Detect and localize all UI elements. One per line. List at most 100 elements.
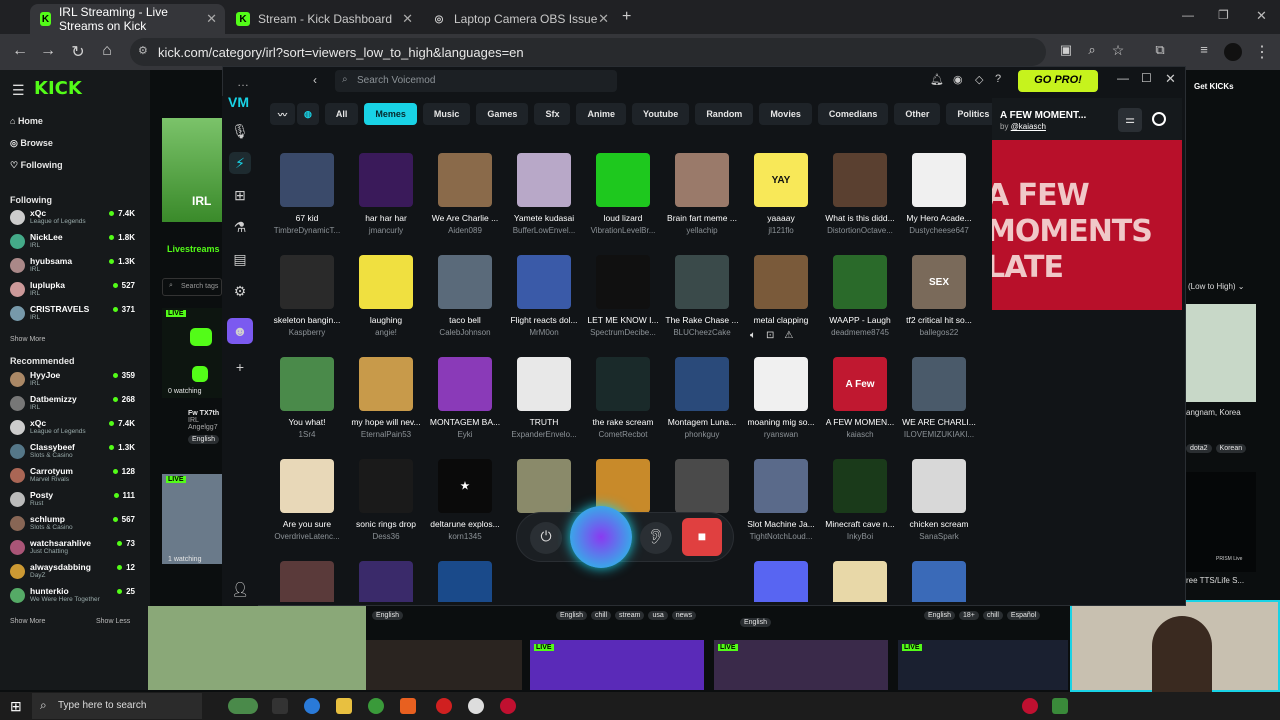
channel-item[interactable]: alwaysdabbing DayZ 12 [10,562,135,584]
tag[interactable]: English [556,611,587,620]
sound-tile[interactable]: Brain fart meme ... yellachip [663,153,741,249]
sort-dropdown[interactable]: (Low to High) ⌄ [1188,282,1245,291]
tag[interactable]: news [671,611,697,620]
channel-item[interactable]: CRISTRAVELS IRL 371 [10,304,135,326]
sound-tile[interactable]: My Hero Acade... Dustycheese647 [900,153,978,249]
channel-item[interactable]: Carrotyum Marvel Rivals 128 [10,466,135,488]
microphone-icon[interactable]: 🎙︎ [229,120,251,142]
voicelab-icon[interactable]: ⚗︎ [229,216,251,238]
channel-item[interactable]: xQc League of Legends 7.4K [10,418,135,440]
sound-tile[interactable]: my hope will nev... EternalPain53 [347,357,425,453]
tab-laptop-camera[interactable]: ◎ Laptop Camera OBS Issue ✕ [422,4,617,34]
minimize-icon[interactable]: — [1182,8,1194,22]
category-chip[interactable]: Youtube [631,103,690,125]
stream-card-thumb[interactable]: LIVE [714,640,888,690]
discord-icon[interactable]: ◉ [953,73,963,86]
tag[interactable]: English [372,611,403,620]
show-more-link[interactable]: Show More [10,336,45,343]
nav-browse[interactable]: ◎ Browse [10,138,53,149]
show-more-link[interactable]: Show More [10,618,45,625]
tag[interactable]: chill [590,611,612,620]
file-explorer-icon[interactable] [336,698,352,714]
sound-tile[interactable]: TRUTH ExpanderEnvelo... [505,357,583,453]
close-icon[interactable]: ✕ [206,11,217,27]
category-chip[interactable]: Music [422,103,471,125]
bot-avatar-icon[interactable]: ☻ [227,318,253,344]
sound-tile[interactable]: ★ deltarune explos... korn1345 [426,459,504,555]
channel-item[interactable]: Posty Rust 111 [10,490,135,512]
sound-tile[interactable] [268,561,346,602]
voicemod-search-input[interactable]: ⌕ Search Voicemod [335,70,617,92]
restore-icon[interactable]: ❐ [1218,8,1229,22]
stream-card-thumb[interactable]: LIVE [530,640,704,690]
sound-tile[interactable]: the rake scream CometRecbot [584,357,662,453]
category-chip[interactable]: Random [695,103,754,125]
soundboard-icon[interactable]: ⚡︎ [229,152,251,174]
sound-tile[interactable]: MONTAGEM BA... Eyki [426,357,504,453]
tab-irl-streaming[interactable]: K IRL Streaming - Live Streams on Kick ✕ [30,4,225,34]
sound-tile[interactable]: The Rake Chase ... BLUCheezCake [663,255,741,351]
site-info-icon[interactable]: ⚙ [138,44,148,57]
sound-tile[interactable]: YAY yaaaay jl121flo [742,153,820,249]
go-pro-button[interactable]: GO PRO! [1018,70,1098,92]
sound-tile[interactable]: A Few A FEW MOMEN... kaiasch [821,357,899,453]
stream-card-meta[interactable]: Fw TX7th IRL Angelgg7 English [170,410,219,444]
close-window-icon[interactable]: ✕ [1256,8,1267,24]
channel-item[interactable]: hyubsama IRL 1.3K [10,256,135,278]
tab-kick-dashboard[interactable]: K Stream - Kick Dashboard ✕ [226,4,421,34]
profile-avatar[interactable] [1224,43,1242,61]
tag[interactable]: chill [982,611,1003,620]
stop-sounds-button[interactable]: ■ [682,518,722,556]
channel-item[interactable]: Classybeef Slots & Casino 1.3K [10,442,135,464]
tag[interactable]: dota2 [1186,444,1212,453]
sound-tile[interactable] [347,561,425,602]
sound-tile[interactable]: Flight reacts dol... MrM0on [505,255,583,351]
channel-item[interactable]: HyyJoe IRL 359 [10,370,135,392]
widget-icon[interactable] [228,698,258,714]
brave-icon[interactable] [400,698,416,714]
tag[interactable]: English [924,611,955,620]
sound-tile[interactable]: skeleton bangin... Kaspberry [268,255,346,351]
close-icon[interactable]: ✕ [402,11,413,27]
stream-card-thumb[interactable]: LIVE 0 watching [162,308,222,398]
record-toggle-icon[interactable] [1152,112,1166,126]
home-icon[interactable]: ⌂ [97,42,117,60]
get-kicks-button[interactable]: Get KICKs [1186,78,1276,98]
opera-icon[interactable] [436,698,452,714]
back-icon[interactable]: ← [10,42,30,60]
new-tab-icon[interactable]: + [622,8,631,26]
sound-tile[interactable]: har har har jmancurly [347,153,425,249]
channel-item[interactable]: luplupka IRL 527 [10,280,135,302]
settings-gear-icon[interactable]: ⚙ [229,280,251,302]
windows-start-icon[interactable]: ⊞ [10,698,22,715]
close-icon[interactable]: ✕ [598,11,609,27]
maximize-icon[interactable]: ☐ [1141,71,1152,85]
sound-tile[interactable]: sonic rings drop Dess36 [347,459,425,555]
stream-card-thumb[interactable]: LIVE 1 watching [162,474,222,564]
sound-tile[interactable]: moaning mig so... ryanswan [742,357,820,453]
channel-item[interactable]: xQc League of Legends 7.4K [10,208,135,230]
sound-tile[interactable]: chicken scream SanaSpark [900,459,978,555]
category-chip[interactable]: Sfx [534,103,571,125]
tag[interactable]: stream [615,611,645,620]
category-chip[interactable]: Movies [759,103,812,125]
tag-icon[interactable]: ◇ [975,73,983,86]
sound-tile[interactable]: Are you sure OverdriveLatenc... [268,459,346,555]
sound-tile[interactable]: Minecraft cave n... InkyBoi [821,459,899,555]
hamburger-menu-icon[interactable]: ☰ [12,82,25,99]
language-tag[interactable]: English [188,435,219,444]
sound-tile[interactable]: Yamete kudasai BufferLowEnvel... [505,153,583,249]
url-input[interactable]: ⚙ kick.com/category/irl?sort=viewers_low… [130,38,1046,66]
gift-icon[interactable]: ▤ [229,248,251,270]
taskbar-search[interactable]: ⌕ Type here to search [32,693,202,719]
livestreams-tab[interactable]: Livestreams [167,244,220,254]
tag[interactable]: 18+ [958,611,979,620]
nav-home[interactable]: ⌂ Home [10,116,43,126]
close-icon[interactable]: ✕ [1165,71,1176,87]
stream-card-thumb[interactable]: PRISM Live [1186,472,1256,572]
user-icon[interactable]: 👤︎ [229,578,251,600]
sound-tile[interactable] [742,561,820,602]
show-less-link[interactable]: Show Less [96,618,130,625]
tag[interactable]: English [740,618,771,627]
sound-tile[interactable] [821,561,899,602]
